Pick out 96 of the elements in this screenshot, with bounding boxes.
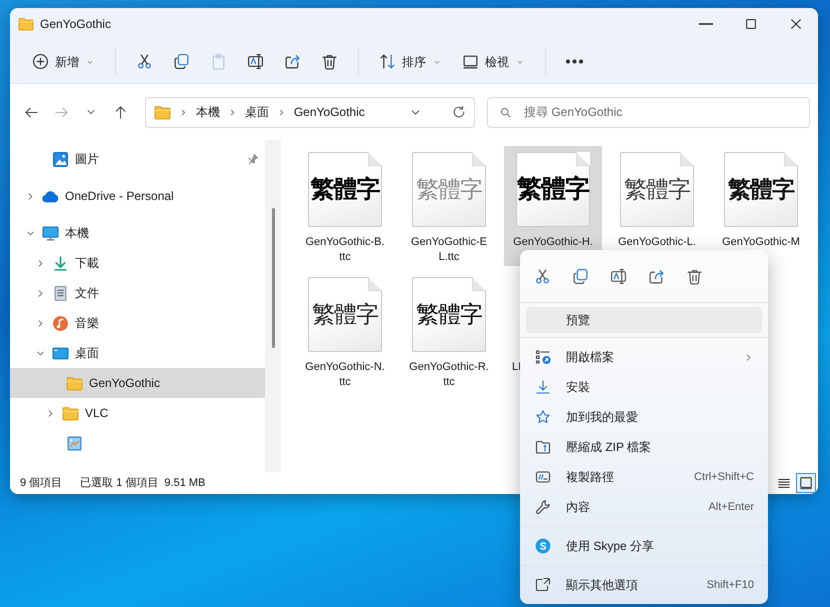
- scissors-icon: [136, 53, 153, 70]
- folder-icon: [62, 404, 79, 422]
- share-icon: [284, 53, 301, 70]
- breadcrumb-item[interactable]: 桌面: [244, 103, 269, 121]
- list-view-icon: [777, 476, 791, 490]
- rename-icon: [247, 53, 264, 70]
- preview-text: 繁體字: [416, 175, 482, 204]
- folded-corner-icon: [368, 277, 382, 291]
- menu-item[interactable]: 開啟檔案: [520, 342, 768, 372]
- menu-item[interactable]: 壓縮成 ZIP 檔案: [520, 432, 768, 462]
- file-item[interactable]: 繁體字 GenYoGothic-M: [712, 146, 810, 266]
- folder-icon: [66, 374, 83, 392]
- item-count: 9 個項目: [20, 476, 62, 491]
- file-item[interactable]: 繁體字 GenYoGothic-EL.ttc: [400, 146, 498, 266]
- sidebar-item[interactable]: GenYoGothic: [10, 368, 265, 398]
- menu-item[interactable]: 預覽: [526, 307, 762, 333]
- selection-size: 9.51 MB: [164, 476, 206, 491]
- clipboard-icon: [210, 53, 227, 70]
- menu-item[interactable]: 顯示其他選項 Shift+F10: [520, 570, 768, 600]
- folded-corner-icon: [576, 152, 590, 166]
- zip-folder-icon: [535, 439, 551, 455]
- view-button[interactable]: 檢視: [452, 44, 535, 78]
- sort-icon: [379, 53, 396, 70]
- copy-icon: [572, 268, 588, 284]
- selection-count: 已選取 1 個項目: [80, 476, 158, 491]
- picture-icon: [52, 150, 69, 168]
- preview-text: 繁體字: [310, 174, 380, 204]
- skype-icon: [535, 538, 551, 554]
- preview-text: 繁體字: [517, 174, 589, 205]
- breadcrumb-item[interactable]: GenYoGothic: [294, 103, 365, 121]
- menu-item[interactable]: 內容 Alt+Enter: [520, 492, 768, 522]
- preview-text: 繁體字: [624, 175, 690, 204]
- sidebar-item[interactable]: 文件: [10, 278, 265, 308]
- file-item[interactable]: 繁體字 GenYoGothic-R.ttc: [400, 271, 498, 391]
- copy-path-icon: [535, 469, 551, 485]
- open-with-icon: [535, 349, 551, 365]
- trash-icon: [686, 268, 702, 284]
- menu-item[interactable]: 複製路徑 Ctrl+Shift+C: [520, 462, 768, 492]
- shortcut-text: Alt+Enter: [708, 500, 754, 515]
- address-bar[interactable]: 本機 桌面 GenYoGothic: [144, 96, 475, 128]
- share-icon: [648, 268, 664, 284]
- app-icon: [66, 434, 83, 452]
- download-icon: [535, 379, 551, 395]
- sidebar-item[interactable]: VLC: [10, 398, 265, 428]
- folded-corner-icon: [368, 152, 382, 166]
- folded-corner-icon: [784, 152, 798, 166]
- maximize-icon: [744, 17, 758, 31]
- sidebar-item[interactable]: 下載: [10, 248, 265, 278]
- sidebar-item[interactable]: 圖片: [10, 144, 265, 174]
- wrench-icon: [535, 499, 551, 515]
- menu-item[interactable]: 加到我的最愛: [520, 402, 768, 432]
- search-field[interactable]: 搜尋 GenYoGothic: [486, 96, 810, 128]
- shortcut-text: Ctrl+Shift+C: [694, 470, 754, 485]
- file-item[interactable]: 繁體字 GenYoGothic-N.ttc: [296, 271, 394, 391]
- star-icon: [535, 409, 551, 425]
- search-icon: [498, 106, 512, 118]
- new-button[interactable]: 新增: [22, 44, 105, 78]
- sidebar-item[interactable]: 音樂: [10, 308, 265, 338]
- plus-circle-icon: [32, 53, 49, 70]
- file-item[interactable]: 繁體字 GenYoGothic-B.ttc: [296, 146, 394, 266]
- sidebar-item[interactable]: 桌面: [10, 338, 265, 368]
- rename-icon: [610, 268, 626, 284]
- file-item[interactable]: 繁體字 GenYoGothic-L.: [608, 146, 706, 266]
- expand-icon: [535, 577, 551, 593]
- minimize-icon: [698, 22, 712, 26]
- preview-text: 繁體字: [312, 300, 378, 330]
- document-icon: [52, 284, 69, 302]
- monitor-icon: [42, 224, 59, 242]
- breadcrumb-item[interactable]: 本機: [196, 103, 220, 121]
- download-icon: [52, 254, 69, 272]
- window-title: GenYoGothic: [40, 16, 112, 33]
- shortcut-text: Shift+F10: [706, 578, 754, 593]
- tile-view-icon: [799, 476, 813, 490]
- music-note-icon: [52, 314, 69, 332]
- scrollbar-thumb[interactable]: [272, 208, 274, 348]
- scissors-icon: [534, 268, 550, 284]
- sidebar-item[interactable]: 本機: [10, 218, 265, 248]
- large-icons-view-button[interactable]: [796, 473, 816, 493]
- refresh-icon: [452, 105, 466, 119]
- more-icon: [566, 59, 583, 64]
- preview-text: 繁體字: [416, 300, 482, 330]
- sidebar-item[interactable]: OneDrive - Personal: [10, 181, 265, 211]
- trash-icon: [321, 53, 338, 70]
- preview-text: 繁體字: [728, 175, 794, 204]
- menu-item[interactable]: 安裝: [520, 372, 768, 402]
- menu-item[interactable]: 使用 Skype 分享: [520, 531, 768, 561]
- folded-corner-icon: [472, 277, 486, 291]
- close-icon: [788, 17, 802, 31]
- monitor-icon: [462, 53, 479, 70]
- folder-icon: [154, 104, 171, 120]
- folder-icon: [18, 16, 34, 32]
- folded-corner-icon: [472, 152, 486, 166]
- copy-icon: [173, 53, 190, 70]
- sort-button[interactable]: 排序: [369, 44, 452, 78]
- desktop-icon: [52, 344, 69, 362]
- folded-corner-icon: [680, 152, 694, 166]
